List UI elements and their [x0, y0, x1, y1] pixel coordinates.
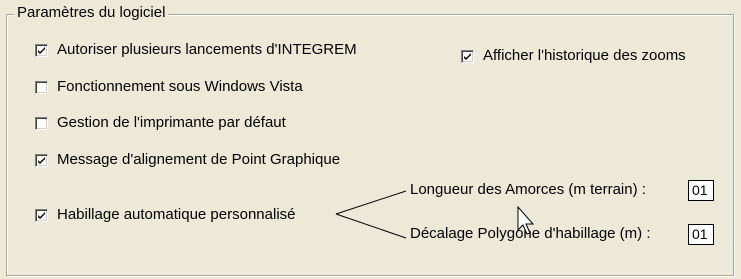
checkmark-icon [38, 211, 45, 219]
checkbox-box[interactable] [461, 49, 474, 63]
connector-lines [335, 190, 407, 239]
alignment-message-checkbox[interactable]: Message d'alignement de Point Graphique [35, 151, 340, 169]
allow-multiple-launches-checkbox[interactable]: Autoriser plusieurs lancements d'INTEGRE… [35, 41, 357, 59]
checkmark-icon [38, 156, 45, 164]
checkbox-label: Message d'alignement de Point Graphique [57, 151, 341, 168]
polygon-offset-input[interactable]: 01 [688, 224, 714, 245]
checkmark-icon [464, 52, 471, 60]
checkbox-label: Gestion de l'imprimante par défaut [57, 114, 286, 131]
checkbox-label: Afficher l'historique des zooms [483, 47, 686, 64]
checkbox-label: Fonctionnement sous Windows Vista [57, 78, 303, 95]
checkbox-box[interactable] [35, 43, 48, 57]
zoom-history-checkbox[interactable]: Afficher l'historique des zooms [461, 47, 686, 65]
default-printer-checkbox[interactable]: Gestion de l'imprimante par défaut [35, 114, 286, 132]
checkbox-box[interactable] [35, 208, 48, 222]
amorces-length-label: Longueur des Amorces (m terrain) : [410, 181, 646, 198]
amorces-length-input[interactable]: 01 [688, 180, 714, 201]
checkmark-icon [38, 46, 45, 54]
checkbox-box[interactable] [35, 153, 48, 167]
mouse-pointer-icon [517, 206, 535, 235]
windows-vista-checkbox[interactable]: Fonctionnement sous Windows Vista [35, 78, 303, 96]
checkbox-label: Autoriser plusieurs lancements d'INTEGRE… [57, 41, 357, 58]
checkbox-box[interactable] [35, 116, 48, 130]
checkbox-box[interactable] [35, 80, 48, 94]
checkbox-label: Habillage automatique personnalisé [57, 206, 296, 223]
auto-dressing-checkbox[interactable]: Habillage automatique personnalisé [35, 206, 296, 224]
group-title: Paramètres du logiciel [14, 4, 169, 22]
